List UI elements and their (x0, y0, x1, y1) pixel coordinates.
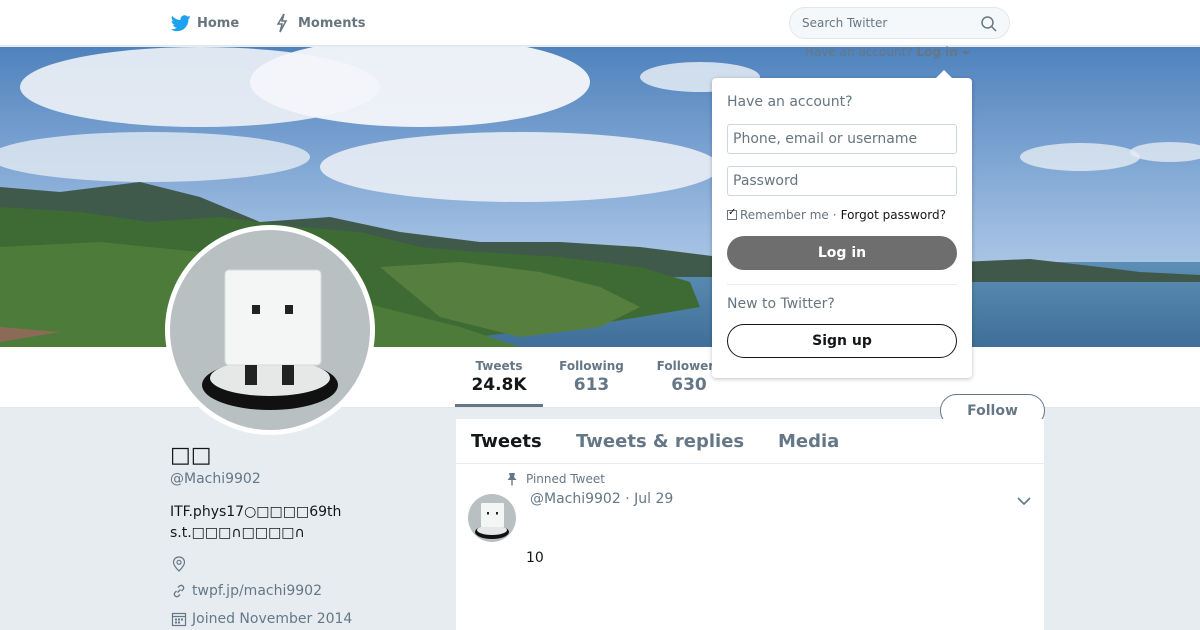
profile-location (170, 555, 192, 573)
profile-bio: ITF.phys17○□□□□69th s.t.□□□∩□□□□∩ (170, 504, 342, 541)
login-hint-text: Have an account? (805, 45, 913, 59)
pinned-tweet-label: Pinned Tweet (504, 472, 605, 486)
nav-moments-label: Moments (298, 15, 366, 31)
location-pin-icon (170, 555, 188, 573)
divider (727, 284, 957, 285)
dropdown-caret (936, 70, 952, 78)
tab-tweets-replies[interactable]: Tweets & replies (576, 431, 744, 452)
profile-joined-text: Joined November 2014 (192, 611, 353, 627)
profile-url[interactable]: twpf.jp/machi9902 (170, 582, 322, 600)
tab-media[interactable]: Media (778, 431, 839, 452)
timeline: Tweets Tweets & replies Media Pinned Twe… (456, 419, 1044, 630)
nav-moments[interactable]: Moments (271, 12, 365, 34)
profile-joined: Joined November 2014 (170, 610, 352, 628)
pinned-label-text: Pinned Tweet (526, 472, 605, 486)
remember-checkbox[interactable] (727, 207, 737, 220)
stat-tweets[interactable]: Tweets 24.8K (455, 359, 543, 407)
stat-label: Following (559, 359, 624, 373)
timeline-tabs: Tweets Tweets & replies Media (456, 419, 1044, 464)
twitter-bird-icon (170, 12, 192, 34)
remember-label[interactable]: Remember me (740, 208, 829, 222)
profile-handle[interactable]: @Machi9902 (170, 471, 261, 487)
stat-value: 613 (573, 375, 610, 395)
forgot-password-link[interactable]: Forgot password? (841, 208, 946, 222)
stat-value: 24.8K (471, 375, 527, 395)
profile-url-text[interactable]: twpf.jp/machi9902 (192, 583, 322, 599)
pin-icon (504, 472, 520, 486)
chevron-down-icon[interactable] (1016, 493, 1032, 507)
username-field[interactable] (727, 124, 957, 154)
tab-tweets[interactable]: Tweets (471, 431, 542, 452)
remember-separator: · (832, 208, 837, 222)
top-navigation: Home Moments (0, 0, 1200, 46)
login-hint: Have an account? Log in (805, 45, 970, 59)
password-field[interactable] (727, 166, 957, 196)
tweet-avatar[interactable] (468, 494, 516, 542)
moments-bolt-icon (271, 12, 293, 34)
link-icon (170, 582, 188, 600)
search-icon[interactable] (980, 15, 998, 33)
stat-following[interactable]: Following 613 (553, 359, 630, 397)
login-button[interactable]: Log in (727, 236, 957, 270)
nav-home-label: Home (197, 15, 240, 31)
search-box[interactable] (789, 7, 1010, 39)
profile-avatar[interactable] (165, 225, 375, 435)
login-title: Have an account? (727, 94, 853, 110)
nav-home[interactable]: Home (170, 12, 239, 34)
login-dropdown: Have an account? Remember me · Forgot pa… (712, 70, 972, 378)
login-hint-link[interactable]: Log in (916, 45, 957, 59)
stat-label: Tweets (475, 359, 523, 373)
signup-button[interactable]: Sign up (727, 324, 957, 358)
profile-name: □□ (170, 443, 212, 468)
calendar-icon (170, 610, 188, 628)
search-input[interactable] (802, 15, 972, 31)
remember-row: Remember me · Forgot password? (727, 207, 946, 222)
new-to-twitter-label: New to Twitter? (727, 296, 835, 312)
caret-down-icon[interactable] (961, 50, 970, 55)
tweet-text: 10 (526, 550, 544, 566)
tweet-meta[interactable]: @Machi9902 · Jul 29 (530, 491, 673, 507)
